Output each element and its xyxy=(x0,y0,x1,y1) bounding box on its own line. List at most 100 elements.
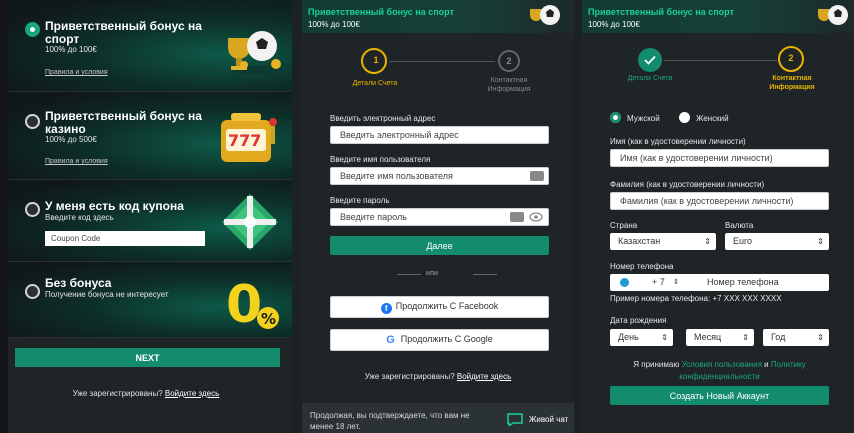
login-prompt: Уже зарегистрированы? Войдите здесь xyxy=(302,372,574,381)
select-arrows-icon: ⇕ xyxy=(817,237,824,246)
create-account-button[interactable]: Создать Новый Аккаунт xyxy=(610,386,829,405)
username-input[interactable]: Введите имя пользователя xyxy=(330,167,549,185)
bonus-coupon-radio[interactable] xyxy=(25,202,40,217)
bonus-casino-radio[interactable] xyxy=(25,114,40,129)
bonus-header-title: Приветственный бонус на спорт xyxy=(308,7,454,17)
coupon-code-input[interactable] xyxy=(45,231,205,246)
username-placeholder: Введите имя пользователя xyxy=(340,171,453,181)
bonus-selection-panel: Приветственный бонус на спорт 100% до 10… xyxy=(0,0,292,433)
registered-text: Уже зарегистрированы? xyxy=(364,372,455,381)
left-edge xyxy=(0,0,8,433)
slot-machine-icon: 777 xyxy=(221,113,277,162)
step-2-label: Контактная Информация xyxy=(469,76,549,94)
dob-month-select[interactable]: Месяц ⇕ xyxy=(686,329,754,346)
terms-link[interactable]: Условия пользования xyxy=(682,360,762,369)
dob-day-select[interactable]: День ⇕ xyxy=(610,329,673,346)
divider-left xyxy=(397,274,421,275)
policy-link-line2[interactable]: конфиденциальности xyxy=(679,372,759,381)
bonus-header: Приветственный бонус на спорт 100% до 10… xyxy=(582,0,854,33)
trophy-ball-icon xyxy=(818,5,848,25)
step-1-done-indicator xyxy=(638,48,662,72)
step-connector xyxy=(664,60,777,61)
next-step-button[interactable]: Далее xyxy=(330,236,549,255)
country-label: Страна xyxy=(610,221,638,230)
registration-screenshot: Приветственный бонус на спорт 100% до 10… xyxy=(0,0,854,433)
bonus-option-none[interactable]: Без бонуса Получение бонуса не интересуе… xyxy=(8,262,292,338)
select-arrows-icon: ⇕ xyxy=(661,333,668,342)
facebook-login-button[interactable]: f Продолжить С Facebook xyxy=(330,296,549,318)
chat-icon[interactable] xyxy=(507,413,523,426)
phone-input-group[interactable]: + 7 ⇕ Номер телефона xyxy=(610,274,829,291)
dob-day-value: День xyxy=(618,332,639,342)
phone-code[interactable]: + 7 xyxy=(652,274,665,291)
bonus-casino-subtitle: 100% до 500€ xyxy=(45,135,97,144)
keyboard-icon[interactable] xyxy=(510,212,524,222)
bonus-option-coupon[interactable]: У меня есть код купона Введите код здесь xyxy=(8,180,292,262)
bonus-casino-terms-link[interactable]: Правила и условия xyxy=(45,158,108,165)
step-1-number: 1 xyxy=(373,55,379,65)
next-button[interactable]: NEXT xyxy=(15,348,280,367)
bonus-header-subtitle: 100% до 100€ xyxy=(308,20,360,29)
live-chat-label[interactable]: Живой чат xyxy=(529,415,568,424)
age-notice: Продолжая, вы подтверждаете, что вам не … xyxy=(310,410,470,432)
select-arrows-icon: ⇕ xyxy=(742,333,749,342)
gender-female-radio[interactable] xyxy=(679,112,690,123)
facebook-icon: f xyxy=(380,302,392,314)
country-value: Казахстан xyxy=(618,236,661,246)
login-link[interactable]: Войдите здесь xyxy=(457,372,511,381)
phone-example: Пример номера телефона: +7 XXX XXX XXXX xyxy=(610,294,782,303)
bonus-none-radio[interactable] xyxy=(25,284,40,299)
dob-year-value: Год xyxy=(771,332,786,342)
or-text: или xyxy=(426,270,438,277)
step-2-label-line1: Контактная xyxy=(490,77,528,84)
bonus-option-sport[interactable]: Приветственный бонус на спорт 100% до 10… xyxy=(8,0,292,92)
contact-info-panel: Приветственный бонус на спорт 100% до 10… xyxy=(582,0,854,433)
password-label: Введите пароль xyxy=(330,196,390,205)
accept-and: и xyxy=(764,360,769,369)
bonus-casino-title: Приветственный бонус на казино xyxy=(45,109,202,136)
bonus-option-casino[interactable]: Приветственный бонус на казино 100% до 5… xyxy=(8,92,292,180)
password-input[interactable]: Введите пароль xyxy=(330,208,549,226)
bonus-coupon-title: У меня есть код купона xyxy=(45,199,184,213)
gender-male-radio[interactable] xyxy=(610,112,621,123)
bonus-sport-subtitle: 100% до 100€ xyxy=(45,45,97,54)
currency-value: Euro xyxy=(733,236,753,246)
kazakhstan-flag-icon xyxy=(620,278,629,287)
email-input[interactable]: Введить электронный адрес xyxy=(330,126,549,144)
svg-text:0: 0 xyxy=(226,275,262,332)
select-arrows-icon: ⇕ xyxy=(817,333,824,342)
gender-male-label: Мужской xyxy=(627,114,660,123)
zero-percent-icon: 0 % xyxy=(226,275,279,332)
currency-select[interactable]: Euro ⇕ xyxy=(725,233,829,250)
login-prompt: Уже зарегистрированы? Войдите здесь xyxy=(0,389,292,398)
account-details-panel: Приветственный бонус на спорт 100% до 10… xyxy=(302,0,574,433)
step-1-label: Детали Счета xyxy=(352,80,398,87)
step-connector xyxy=(389,61,495,62)
login-link[interactable]: Войдите здесь xyxy=(165,389,219,398)
bonus-none-title: Без бонуса xyxy=(45,276,112,290)
phone-label: Номер телефона xyxy=(610,262,674,271)
select-arrows-icon: ⇕ xyxy=(704,237,711,246)
trophy-ball-icon xyxy=(228,31,282,74)
dob-year-select[interactable]: Год ⇕ xyxy=(763,329,829,346)
bonus-coupon-subtitle: Введите код здесь xyxy=(45,213,114,222)
step-1-label: Детали Счета xyxy=(627,75,673,82)
currency-label: Валюта xyxy=(725,221,754,230)
policy-link[interactable]: Политику xyxy=(771,360,806,369)
bonus-sport-terms-link[interactable]: Правила и условия xyxy=(45,69,108,76)
country-select[interactable]: Казахстан ⇕ xyxy=(610,233,716,250)
gift-icon xyxy=(222,194,278,250)
first-name-input[interactable]: Имя (как в удостоверении личности) xyxy=(610,149,829,167)
step-1-indicator: 1 xyxy=(361,48,387,74)
step-2-label-line2: Информация xyxy=(487,86,531,93)
bonus-header: Приветственный бонус на спорт 100% до 10… xyxy=(302,0,574,33)
step-2-label-line1: Контактная xyxy=(772,75,812,82)
last-name-input[interactable]: Фамилия (как в удостоверении личности) xyxy=(610,192,829,210)
age-notice-line2: менее 18 лет. xyxy=(310,422,361,431)
eye-icon[interactable] xyxy=(529,212,543,222)
bonus-header-subtitle: 100% до 100€ xyxy=(588,20,640,29)
keyboard-icon[interactable] xyxy=(530,171,544,181)
google-login-button[interactable]: G Продолжить С Google xyxy=(330,329,549,351)
bonus-sport-radio[interactable] xyxy=(25,22,40,37)
registered-text: Уже зарегистрированы? xyxy=(72,389,163,398)
